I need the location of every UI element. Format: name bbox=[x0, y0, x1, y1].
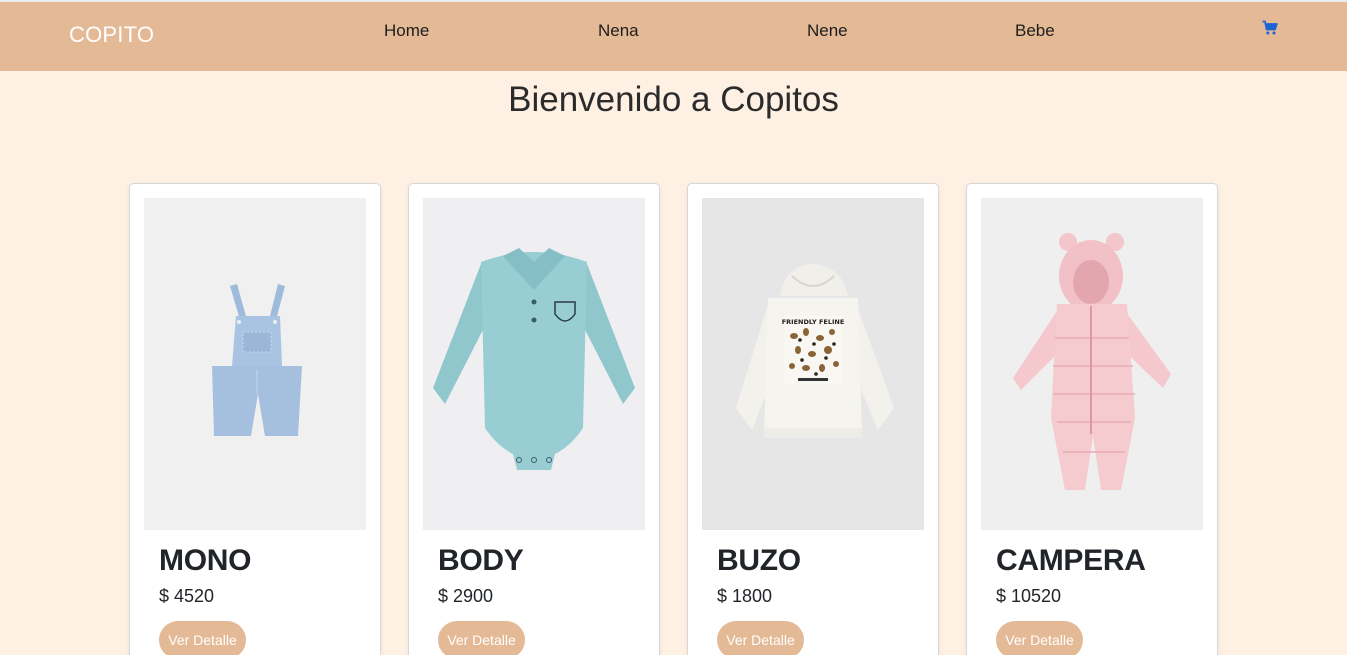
product-price: $ 4520 bbox=[159, 586, 215, 606]
nav-bebe[interactable]: Bebe bbox=[1015, 21, 1055, 41]
ver-detalle-button[interactable]: Ver Detalle bbox=[717, 621, 804, 655]
shopping-cart-icon[interactable] bbox=[1262, 20, 1278, 36]
ver-detalle-button[interactable]: Ver Detalle bbox=[438, 621, 525, 655]
brand-logo[interactable]: COPITO bbox=[69, 22, 154, 48]
product-image[interactable] bbox=[981, 198, 1203, 530]
product-image[interactable] bbox=[423, 198, 645, 530]
product-card: CAMPERA $ 10520 Ver Detalle bbox=[966, 183, 1218, 655]
product-price: $ 2900 bbox=[438, 586, 494, 606]
nav-home[interactable]: Home bbox=[384, 21, 429, 41]
product-card: FRIENDLY FELINE BUZO $ 1800 Ver Detalle bbox=[687, 183, 939, 655]
hoodie-print-text: FRIENDLY FELINE bbox=[782, 318, 845, 326]
product-title: BODY bbox=[438, 544, 524, 577]
product-card: MONO $ 4520 Ver Detalle bbox=[129, 183, 381, 655]
product-image[interactable]: FRIENDLY FELINE bbox=[702, 198, 924, 530]
page-title: Bienvenido a Copitos bbox=[508, 80, 839, 119]
product-title: BUZO bbox=[717, 544, 801, 577]
product-price: $ 1800 bbox=[717, 586, 773, 606]
nav-nene[interactable]: Nene bbox=[807, 21, 848, 41]
product-price: $ 10520 bbox=[996, 586, 1062, 606]
product-title: MONO bbox=[159, 544, 252, 577]
product-card: BODY $ 2900 Ver Detalle bbox=[408, 183, 660, 655]
product-image[interactable] bbox=[144, 198, 366, 530]
nav-nena[interactable]: Nena bbox=[598, 21, 639, 41]
product-title: CAMPERA bbox=[996, 544, 1146, 577]
ver-detalle-button[interactable]: Ver Detalle bbox=[159, 621, 246, 655]
ver-detalle-button[interactable]: Ver Detalle bbox=[996, 621, 1083, 655]
navbar: COPITO Home Nena Nene Bebe bbox=[0, 0, 1347, 71]
